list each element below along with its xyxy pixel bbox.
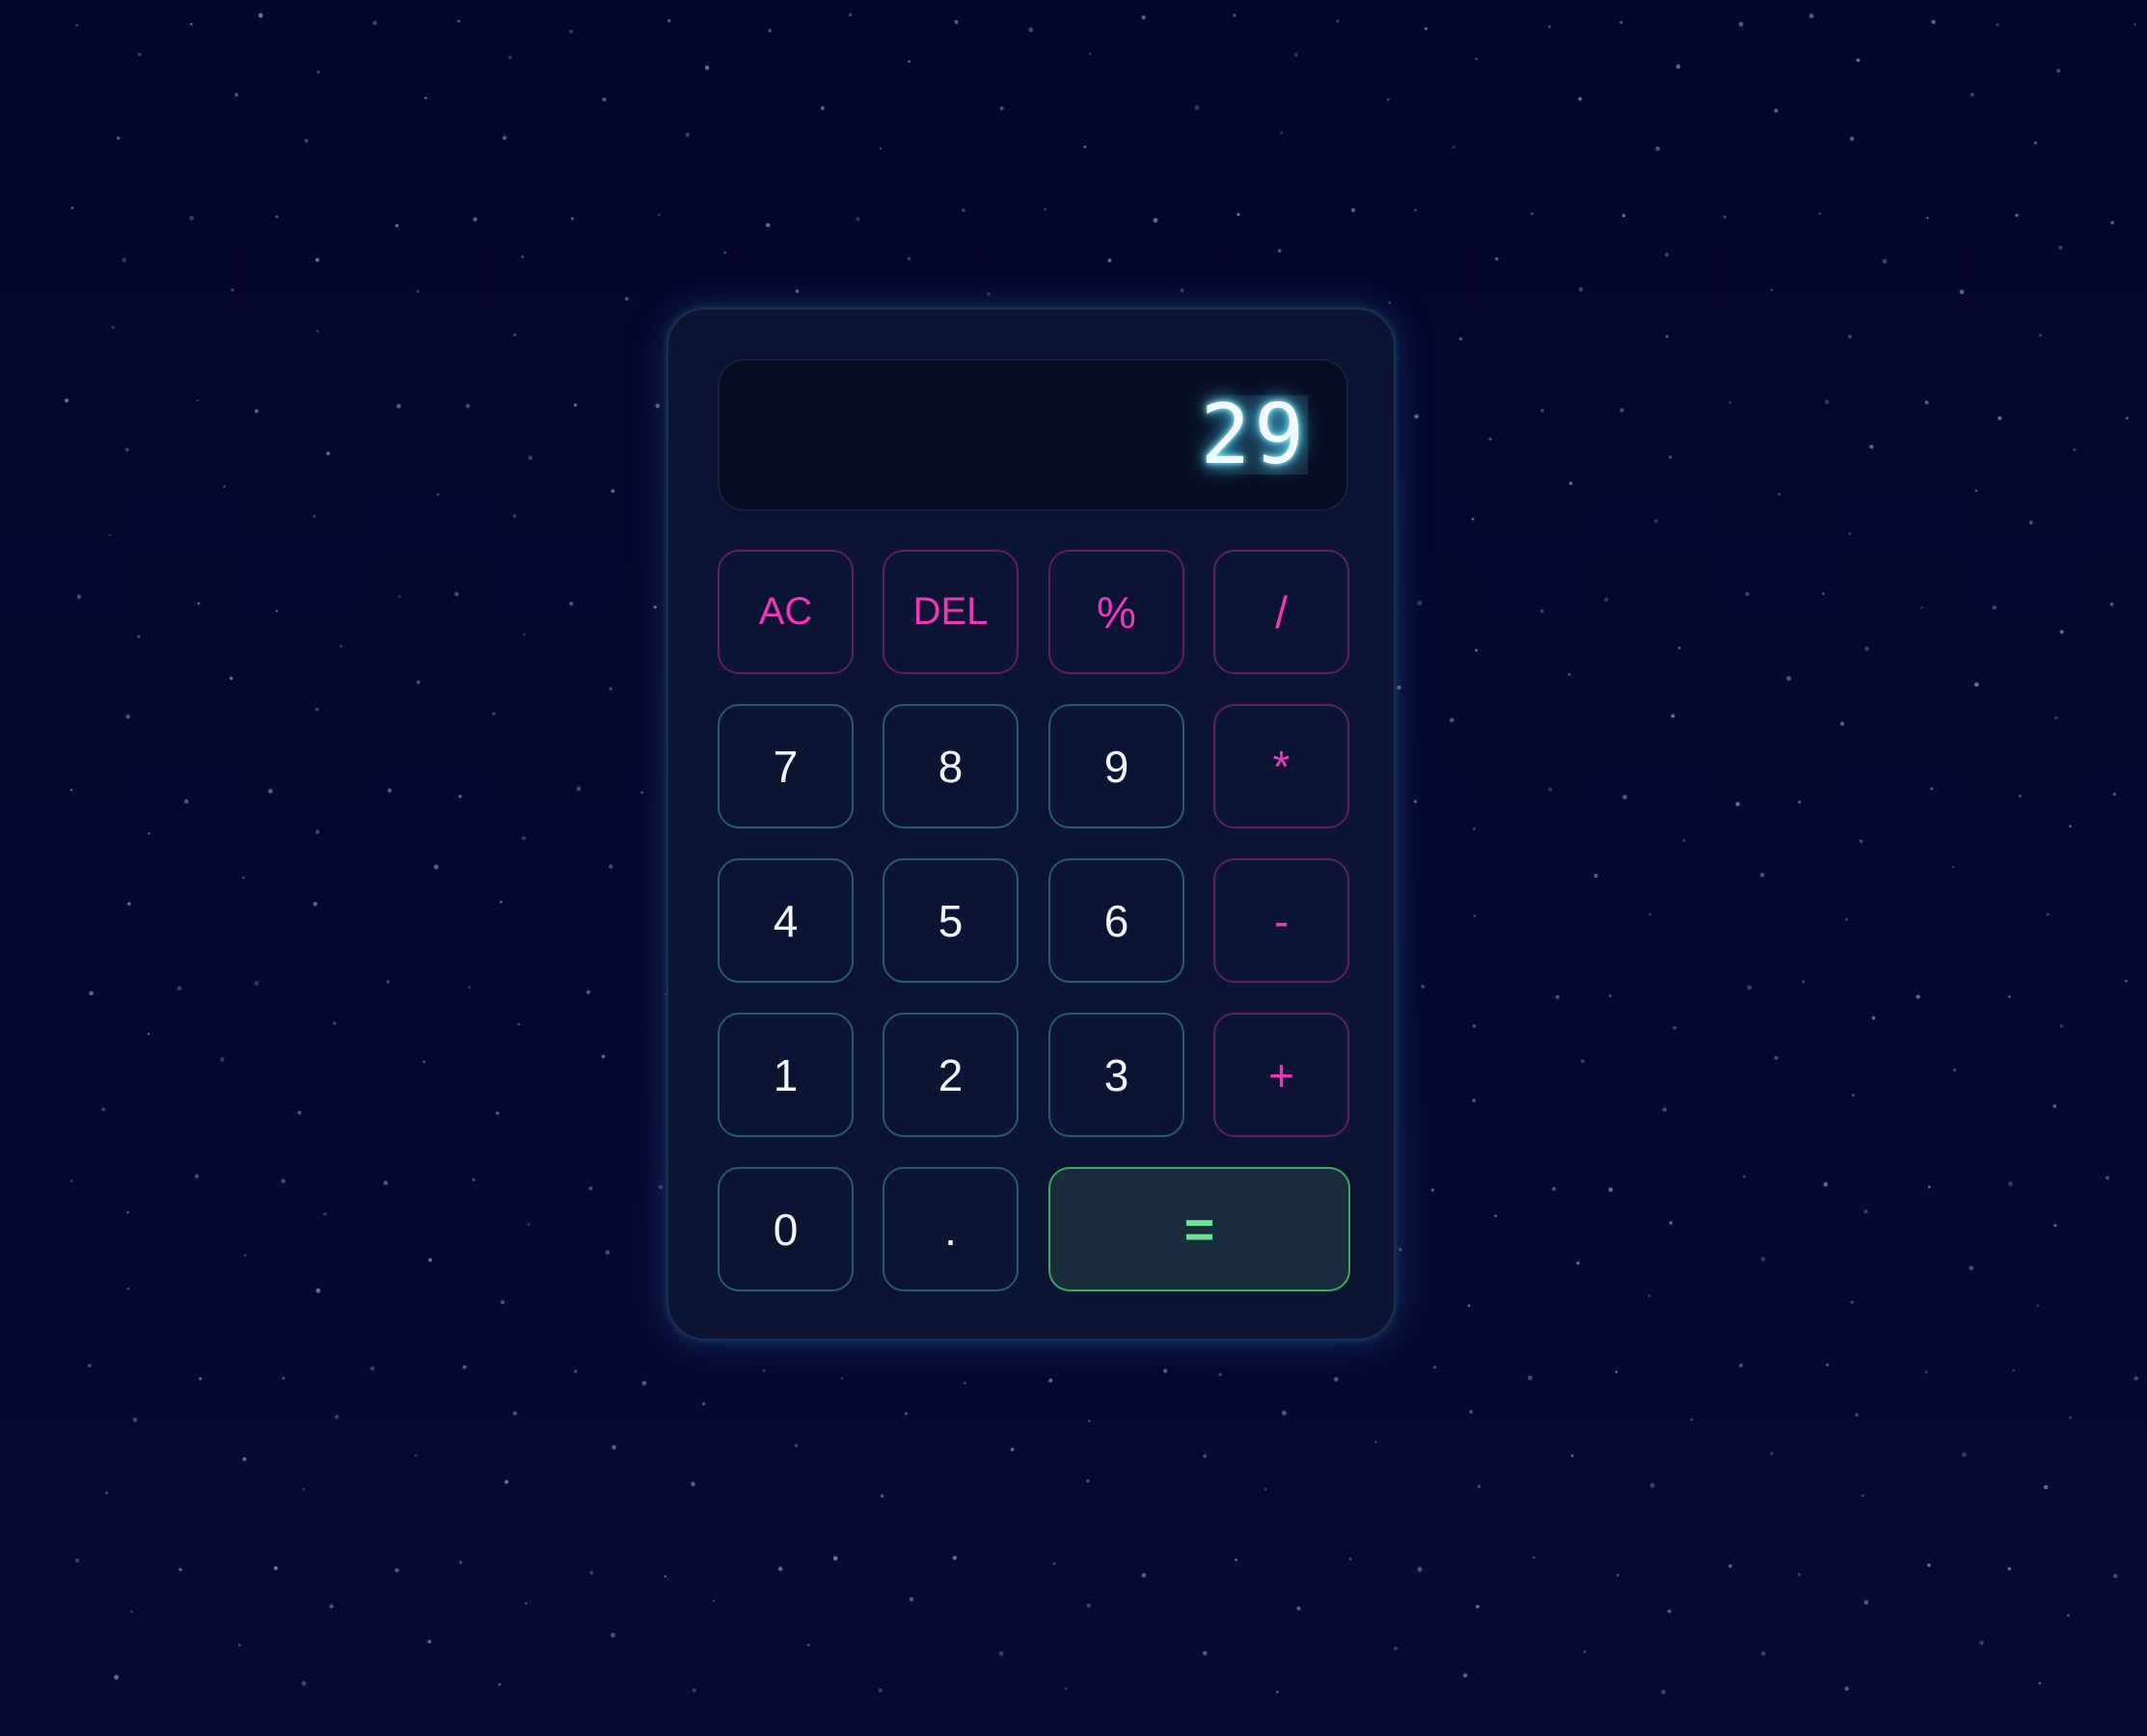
- divide-button[interactable]: /: [1213, 550, 1349, 674]
- delete-button[interactable]: DEL: [883, 550, 1019, 674]
- digit-0-button[interactable]: 0: [718, 1167, 854, 1291]
- percent-button[interactable]: %: [1048, 550, 1184, 674]
- add-button[interactable]: +: [1213, 1013, 1349, 1137]
- decimal-button[interactable]: .: [883, 1167, 1019, 1291]
- display-panel: 29: [718, 359, 1348, 511]
- calculator: 29 AC DEL % / 7 8 9 * 4 5 6 - 1 2 3 + 0 …: [666, 308, 1396, 1341]
- digit-3-button[interactable]: 3: [1048, 1013, 1184, 1137]
- equals-button[interactable]: =: [1048, 1167, 1350, 1291]
- clear-all-button[interactable]: AC: [718, 550, 854, 674]
- digit-2-button[interactable]: 2: [883, 1013, 1019, 1137]
- digit-7-button[interactable]: 7: [718, 704, 854, 828]
- digit-9-button[interactable]: 9: [1048, 704, 1184, 828]
- digit-8-button[interactable]: 8: [883, 704, 1019, 828]
- multiply-button[interactable]: *: [1213, 704, 1349, 828]
- subtract-button[interactable]: -: [1213, 858, 1349, 983]
- digit-4-button[interactable]: 4: [718, 858, 854, 983]
- digit-6-button[interactable]: 6: [1048, 858, 1184, 983]
- digit-1-button[interactable]: 1: [718, 1013, 854, 1137]
- display-value: 29: [1200, 387, 1308, 483]
- digit-5-button[interactable]: 5: [883, 858, 1019, 983]
